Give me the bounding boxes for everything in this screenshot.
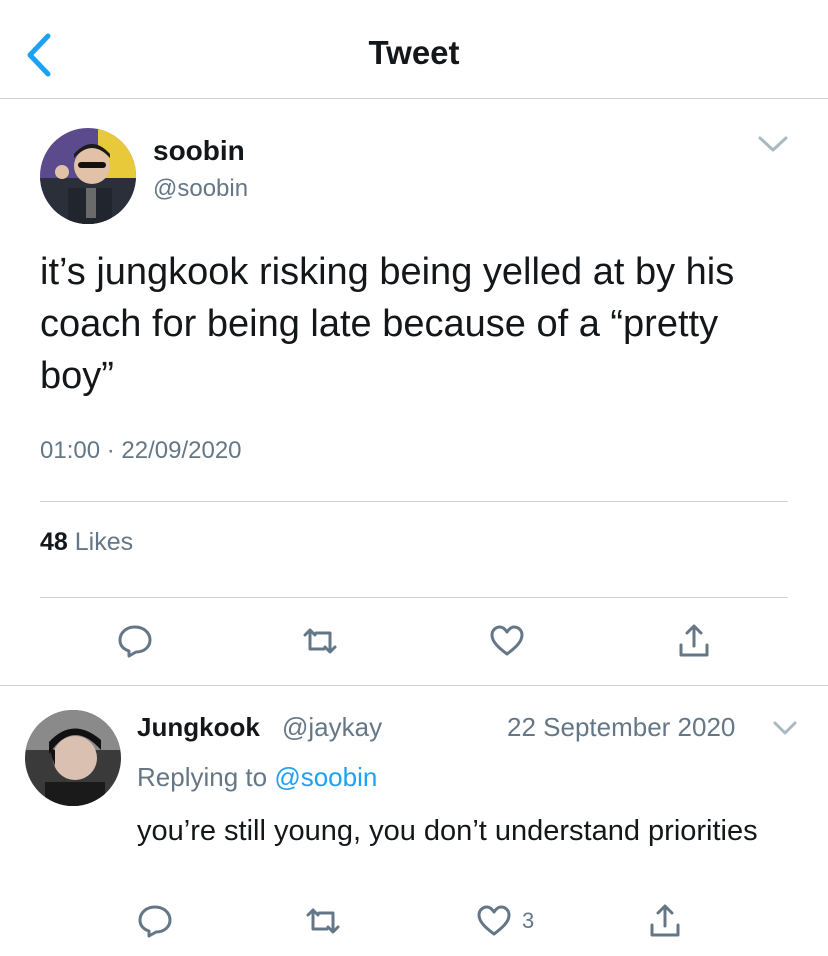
tweet-time: 01:00 (40, 437, 101, 464)
share-icon (650, 904, 680, 937)
reply-icon (118, 625, 152, 658)
navigation-header: Tweet (0, 0, 828, 99)
tweet-options-button[interactable] (756, 132, 790, 156)
reply-button[interactable] (137, 903, 173, 939)
meta-separator: · (106, 437, 115, 464)
likes-label: Likes (74, 528, 134, 556)
tweet-timestamp: 01:00 · 22/09/2020 (40, 437, 242, 465)
like-icon (477, 905, 511, 936)
avatar[interactable] (25, 710, 121, 806)
reply-button[interactable] (117, 623, 153, 659)
share-button[interactable] (647, 903, 683, 939)
avatar[interactable] (40, 128, 136, 224)
divider (0, 685, 828, 686)
divider (40, 597, 788, 598)
share-icon (679, 624, 709, 657)
retweet-icon (303, 628, 337, 654)
reply-options-button[interactable] (772, 718, 798, 738)
chevron-down-icon (758, 136, 788, 152)
reply-date: 22 September 2020 (507, 712, 736, 742)
reply-author-handle[interactable]: @jaykay (282, 712, 382, 743)
tweet-date: 22/09/2020 (121, 437, 242, 464)
reply-like-count: 3 (522, 908, 535, 933)
likes-stat[interactable]: 48 Likes (40, 528, 133, 557)
divider (40, 501, 788, 502)
retweet-icon (306, 908, 340, 934)
replying-prefix: Replying to (137, 762, 268, 792)
reply-text: you’re still young, you don’t understand… (137, 815, 758, 847)
likes-count: 48 (40, 528, 68, 556)
replying-to-link[interactable]: @soobin (274, 762, 377, 792)
like-button[interactable] (476, 903, 512, 939)
retweet-button[interactable] (305, 903, 341, 939)
reply-author-name[interactable]: Jungkook (137, 712, 260, 743)
author-handle[interactable]: @soobin (153, 175, 248, 203)
page-title: Tweet (368, 34, 460, 71)
chevron-down-icon (773, 721, 797, 735)
share-button[interactable] (676, 623, 712, 659)
tweet-text: it’s jungkook risking being yelled at by… (40, 251, 735, 397)
retweet-button[interactable] (302, 623, 338, 659)
like-button[interactable] (489, 623, 525, 659)
reply-icon (138, 905, 172, 938)
replying-to: Replying to @soobin (137, 762, 377, 793)
author-name[interactable]: soobin (153, 135, 245, 167)
like-icon (490, 625, 524, 656)
